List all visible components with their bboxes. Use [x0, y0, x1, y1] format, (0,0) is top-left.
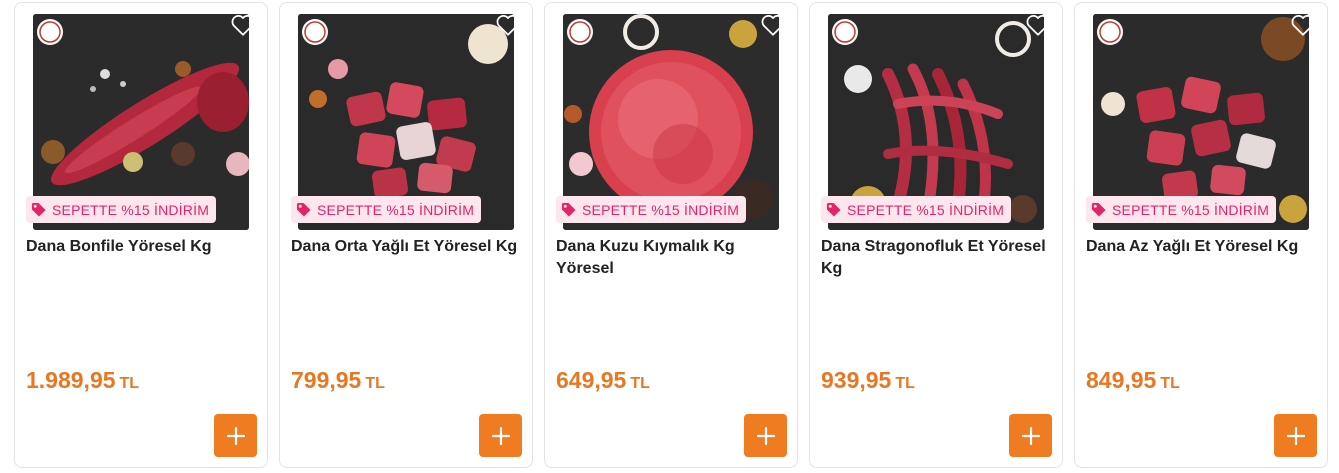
discount-badge: SEPETTE %15 İNDİRİM	[821, 196, 1012, 223]
product-title[interactable]: Dana Bonfile Yöresel Kg	[26, 236, 258, 258]
product-card[interactable]: SEPETTE %15 İNDİRİM Dana Orta Yağlı Et Y…	[279, 2, 533, 468]
plus-icon	[1286, 426, 1305, 445]
heart-outline-icon	[496, 15, 520, 36]
favorite-button[interactable]	[494, 11, 522, 39]
price-amount: 849,95	[1086, 367, 1157, 393]
price-tag-icon	[1091, 202, 1106, 217]
plus-icon	[1021, 426, 1040, 445]
price-amount: 649,95	[556, 367, 627, 393]
heart-outline-icon	[231, 15, 255, 36]
price-currency: TL	[1160, 375, 1180, 392]
discount-badge: SEPETTE %15 İNDİRİM	[1086, 196, 1277, 223]
favorite-button[interactable]	[759, 11, 787, 39]
product-price: 939,95 TL	[821, 367, 915, 394]
price-currency: TL	[895, 375, 915, 392]
price-currency: TL	[630, 375, 650, 392]
badge-label: SEPETTE %15 İNDİRİM	[847, 201, 1005, 218]
add-to-cart-button[interactable]	[1009, 414, 1052, 457]
product-price: 1.989,95 TL	[26, 367, 139, 394]
price-amount: 799,95	[291, 367, 362, 393]
badge-label: SEPETTE %15 İNDİRİM	[317, 201, 475, 218]
favorite-button[interactable]	[229, 11, 257, 39]
product-title[interactable]: Dana Kuzu Kıymalık Kg Yöresel	[556, 236, 788, 280]
price-tag-icon	[31, 202, 46, 217]
add-to-cart-button[interactable]	[1274, 414, 1317, 457]
product-card[interactable]: SEPETTE %15 İNDİRİM Dana Stragonofluk Et…	[809, 2, 1063, 468]
price-currency: TL	[365, 375, 385, 392]
price-tag-icon	[561, 202, 576, 217]
add-to-cart-button[interactable]	[479, 414, 522, 457]
plus-icon	[226, 426, 245, 445]
product-price: 799,95 TL	[291, 367, 385, 394]
discount-badge: SEPETTE %15 İNDİRİM	[291, 196, 482, 223]
price-amount: 1.989,95	[26, 367, 116, 393]
product-card[interactable]: SEPETTE %15 İNDİRİM Dana Bonfile Yöresel…	[14, 2, 268, 468]
add-to-cart-button[interactable]	[744, 414, 787, 457]
product-card[interactable]: SEPETTE %15 İNDİRİM Dana Kuzu Kıymalık K…	[544, 2, 798, 468]
favorite-button[interactable]	[1024, 11, 1052, 39]
price-tag-icon	[826, 202, 841, 217]
product-row: SEPETTE %15 İNDİRİM Dana Bonfile Yöresel…	[0, 0, 1339, 473]
product-card[interactable]: SEPETTE %15 İNDİRİM Dana Az Yağlı Et Yör…	[1074, 2, 1328, 468]
product-price: 849,95 TL	[1086, 367, 1180, 394]
product-title[interactable]: Dana Stragonofluk Et Yöresel Kg	[821, 236, 1053, 280]
plus-icon	[756, 426, 775, 445]
badge-label: SEPETTE %15 İNDİRİM	[52, 201, 210, 218]
price-currency: TL	[119, 375, 140, 392]
price-tag-icon	[296, 202, 311, 217]
discount-badge: SEPETTE %15 İNDİRİM	[556, 196, 747, 223]
heart-outline-icon	[1026, 15, 1050, 36]
plus-icon	[491, 426, 510, 445]
badge-label: SEPETTE %15 İNDİRİM	[582, 201, 740, 218]
product-title[interactable]: Dana Az Yağlı Et Yöresel Kg	[1086, 236, 1318, 258]
discount-badge: SEPETTE %15 İNDİRİM	[26, 196, 217, 223]
product-title[interactable]: Dana Orta Yağlı Et Yöresel Kg	[291, 236, 523, 258]
price-amount: 939,95	[821, 367, 892, 393]
badge-label: SEPETTE %15 İNDİRİM	[1112, 201, 1270, 218]
heart-outline-icon	[761, 15, 785, 36]
add-to-cart-button[interactable]	[214, 414, 257, 457]
favorite-button[interactable]	[1289, 11, 1317, 39]
heart-outline-icon	[1291, 15, 1315, 36]
product-price: 649,95 TL	[556, 367, 650, 394]
